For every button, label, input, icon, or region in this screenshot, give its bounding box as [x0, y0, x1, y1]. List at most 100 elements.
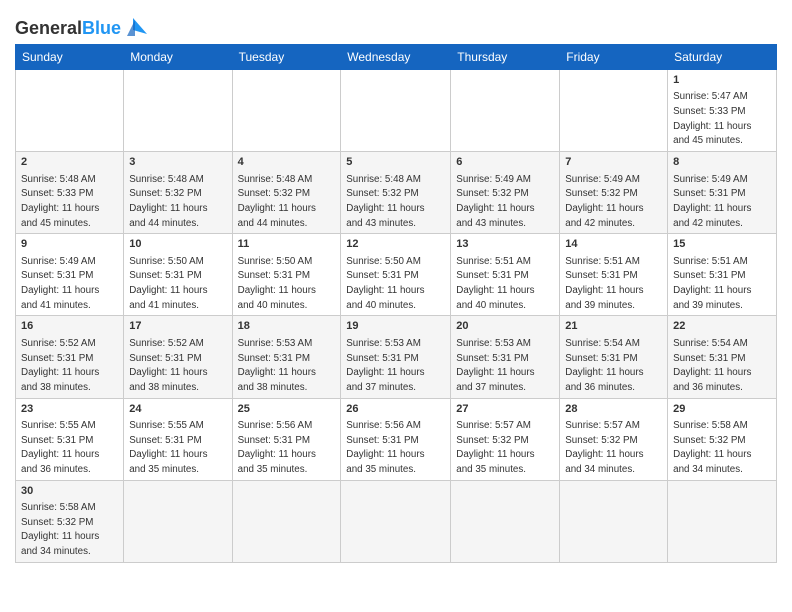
calendar-cell	[341, 70, 451, 152]
calendar-cell: 22 Sunrise: 5:54 AM Sunset: 5:31 PM Dayli…	[668, 316, 777, 398]
calendar-cell: 30 Sunrise: 5:58 AM Sunset: 5:32 PM Dayli…	[16, 480, 124, 562]
header: GeneralBlue	[15, 10, 777, 38]
calendar-cell: 14 Sunrise: 5:51 AM Sunset: 5:31 PM Dayli…	[560, 234, 668, 316]
day-number: 2	[21, 155, 118, 170]
day-info: Sunrise: 5:51 AM Sunset: 5:31 PM Dayligh…	[456, 256, 534, 311]
calendar-cell	[124, 70, 232, 152]
calendar-cell: 12Sunrise: 5:50 AM Sunset: 5:31 PM Dayli…	[341, 234, 451, 316]
calendar-cell: 2 Sunrise: 5:48 AM Sunset: 5:33 PM Daylig…	[16, 152, 124, 234]
day-info: Sunrise: 5:54 AM Sunset: 5:31 PM Dayligh…	[673, 338, 751, 393]
day-number: 1	[673, 73, 771, 88]
calendar-week-row: 9 Sunrise: 5:49 AM Sunset: 5:31 PM Daylig…	[16, 234, 777, 316]
day-info: Sunrise: 5:57 AM Sunset: 5:32 PM Dayligh…	[565, 420, 643, 475]
day-number: 10	[129, 237, 226, 252]
day-info: Sunrise: 5:49 AM Sunset: 5:31 PM Dayligh…	[21, 256, 99, 311]
calendar-cell	[560, 70, 668, 152]
weekday-header-sunday: Sunday	[16, 45, 124, 70]
calendar-week-row: 1 Sunrise: 5:47 AM Sunset: 5:33 PM Daylig…	[16, 70, 777, 152]
day-info: Sunrise: 5:51 AM Sunset: 5:31 PM Dayligh…	[673, 256, 751, 311]
calendar-cell: 28 Sunrise: 5:57 AM Sunset: 5:32 PM Dayli…	[560, 398, 668, 480]
day-info: Sunrise: 5:54 AM Sunset: 5:31 PM Dayligh…	[565, 338, 643, 393]
day-number: 3	[129, 155, 226, 170]
weekday-header-row: SundayMondayTuesdayWednesdayThursdayFrid…	[16, 45, 777, 70]
day-number: 17	[129, 319, 226, 334]
day-number: 21	[565, 319, 662, 334]
calendar-cell	[16, 70, 124, 152]
day-number: 13	[456, 237, 554, 252]
calendar-cell: 13 Sunrise: 5:51 AM Sunset: 5:31 PM Dayli…	[451, 234, 560, 316]
calendar-cell: 16Sunrise: 5:52 AM Sunset: 5:31 PM Dayli…	[16, 316, 124, 398]
calendar-cell: 3Sunrise: 5:48 AM Sunset: 5:32 PM Daylig…	[124, 152, 232, 234]
weekday-header-tuesday: Tuesday	[232, 45, 341, 70]
day-info: Sunrise: 5:55 AM Sunset: 5:31 PM Dayligh…	[21, 420, 99, 475]
day-info: Sunrise: 5:57 AM Sunset: 5:32 PM Dayligh…	[456, 420, 534, 475]
day-number: 25	[238, 402, 336, 417]
calendar-cell: 24 Sunrise: 5:55 AM Sunset: 5:31 PM Dayli…	[124, 398, 232, 480]
day-info: Sunrise: 5:50 AM Sunset: 5:31 PM Dayligh…	[346, 256, 424, 311]
day-number: 27	[456, 402, 554, 417]
weekday-header-thursday: Thursday	[451, 45, 560, 70]
day-info: Sunrise: 5:53 AM Sunset: 5:31 PM Dayligh…	[346, 338, 424, 393]
calendar-cell: 8Sunrise: 5:49 AM Sunset: 5:31 PM Daylig…	[668, 152, 777, 234]
day-info: Sunrise: 5:49 AM Sunset: 5:32 PM Dayligh…	[456, 174, 534, 229]
day-info: Sunrise: 5:55 AM Sunset: 5:31 PM Dayligh…	[129, 420, 207, 475]
calendar-week-row: 23 Sunrise: 5:55 AM Sunset: 5:31 PM Dayli…	[16, 398, 777, 480]
day-number: 7	[565, 155, 662, 170]
day-number: 22	[673, 319, 771, 334]
calendar-cell: 10 Sunrise: 5:50 AM Sunset: 5:31 PM Dayli…	[124, 234, 232, 316]
calendar-cell: 11 Sunrise: 5:50 AM Sunset: 5:31 PM Dayli…	[232, 234, 341, 316]
calendar-cell: 29Sunrise: 5:58 AM Sunset: 5:32 PM Dayli…	[668, 398, 777, 480]
day-info: Sunrise: 5:47 AM Sunset: 5:33 PM Dayligh…	[673, 91, 751, 146]
weekday-header-saturday: Saturday	[668, 45, 777, 70]
calendar-cell: 17 Sunrise: 5:52 AM Sunset: 5:31 PM Dayli…	[124, 316, 232, 398]
calendar-cell	[341, 480, 451, 562]
calendar-table: SundayMondayTuesdayWednesdayThursdayFrid…	[15, 44, 777, 563]
calendar-cell: 27 Sunrise: 5:57 AM Sunset: 5:32 PM Dayli…	[451, 398, 560, 480]
calendar-cell	[232, 70, 341, 152]
day-info: Sunrise: 5:56 AM Sunset: 5:31 PM Dayligh…	[346, 420, 424, 475]
weekday-header-friday: Friday	[560, 45, 668, 70]
calendar-cell: 4 Sunrise: 5:48 AM Sunset: 5:32 PM Daylig…	[232, 152, 341, 234]
logo: GeneralBlue	[15, 18, 149, 38]
day-info: Sunrise: 5:48 AM Sunset: 5:33 PM Dayligh…	[21, 174, 99, 229]
calendar-cell: 19Sunrise: 5:53 AM Sunset: 5:31 PM Dayli…	[341, 316, 451, 398]
day-info: Sunrise: 5:52 AM Sunset: 5:31 PM Dayligh…	[129, 338, 207, 393]
day-info: Sunrise: 5:53 AM Sunset: 5:31 PM Dayligh…	[238, 338, 316, 393]
day-info: Sunrise: 5:49 AM Sunset: 5:31 PM Dayligh…	[673, 174, 751, 229]
day-number: 14	[565, 237, 662, 252]
day-info: Sunrise: 5:50 AM Sunset: 5:31 PM Dayligh…	[129, 256, 207, 311]
calendar-cell: 20Sunrise: 5:53 AM Sunset: 5:31 PM Dayli…	[451, 316, 560, 398]
calendar-cell: 6 Sunrise: 5:49 AM Sunset: 5:32 PM Daylig…	[451, 152, 560, 234]
day-number: 20	[456, 319, 554, 334]
day-number: 5	[346, 155, 445, 170]
calendar-cell: 1 Sunrise: 5:47 AM Sunset: 5:33 PM Daylig…	[668, 70, 777, 152]
day-number: 30	[21, 484, 118, 499]
day-number: 23	[21, 402, 118, 417]
day-number: 18	[238, 319, 336, 334]
day-info: Sunrise: 5:48 AM Sunset: 5:32 PM Dayligh…	[346, 174, 424, 229]
day-number: 6	[456, 155, 554, 170]
logo-icon	[121, 16, 149, 38]
day-info: Sunrise: 5:48 AM Sunset: 5:32 PM Dayligh…	[238, 174, 316, 229]
day-number: 16	[21, 319, 118, 334]
day-number: 4	[238, 155, 336, 170]
logo-blue: Blue	[82, 18, 121, 38]
calendar-cell: 23 Sunrise: 5:55 AM Sunset: 5:31 PM Dayli…	[16, 398, 124, 480]
calendar-cell: 9 Sunrise: 5:49 AM Sunset: 5:31 PM Daylig…	[16, 234, 124, 316]
calendar-cell: 21 Sunrise: 5:54 AM Sunset: 5:31 PM Dayli…	[560, 316, 668, 398]
day-number: 28	[565, 402, 662, 417]
day-info: Sunrise: 5:51 AM Sunset: 5:31 PM Dayligh…	[565, 256, 643, 311]
calendar-cell: 15Sunrise: 5:51 AM Sunset: 5:31 PM Dayli…	[668, 234, 777, 316]
day-number: 11	[238, 237, 336, 252]
weekday-header-monday: Monday	[124, 45, 232, 70]
calendar-cell	[560, 480, 668, 562]
day-info: Sunrise: 5:50 AM Sunset: 5:31 PM Dayligh…	[238, 256, 316, 311]
day-number: 9	[21, 237, 118, 252]
logo-text: GeneralBlue	[15, 19, 121, 37]
day-number: 26	[346, 402, 445, 417]
calendar-cell	[124, 480, 232, 562]
calendar-week-row: 16 Sunrise: 5:52 AM Sunset: 5:31 PM Dayli…	[16, 316, 777, 398]
calendar-cell: 18 Sunrise: 5:53 AM Sunset: 5:31 PM Dayli…	[232, 316, 341, 398]
day-number: 24	[129, 402, 226, 417]
day-info: Sunrise: 5:58 AM Sunset: 5:32 PM Dayligh…	[21, 502, 99, 557]
